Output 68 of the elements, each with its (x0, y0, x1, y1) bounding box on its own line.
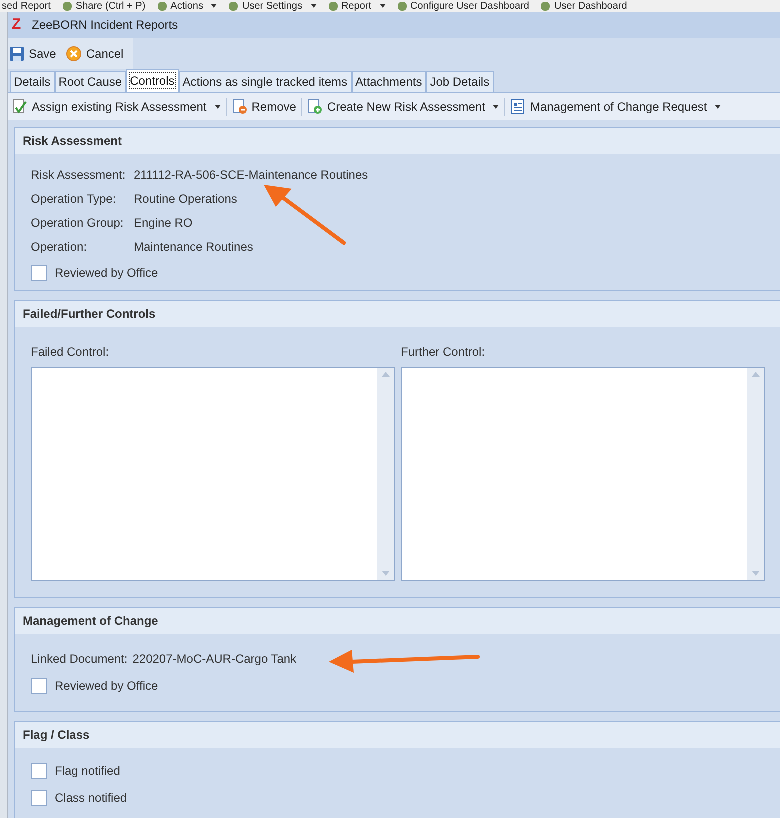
group-header: Flag / Class (15, 722, 780, 748)
checkbox-label: Class notified (55, 790, 128, 807)
toolbar-icon[interactable] (541, 2, 550, 10)
group-header: Failed/Further Controls (15, 301, 780, 327)
toolbar-item[interactable]: sed Report (2, 0, 51, 12)
toolbar-item[interactable]: User Settings (242, 0, 302, 12)
field-value: Engine RO (134, 215, 193, 232)
form-icon (510, 98, 526, 114)
field-value: 220207-MoC-AUR-Cargo Tank (132, 651, 297, 668)
field-label: Operation Group: (31, 215, 125, 232)
action-button[interactable]: Create New Risk Assessment (306, 98, 500, 116)
field-value: Routine Operations (134, 191, 238, 208)
scroll-down-icon[interactable] (382, 571, 390, 576)
document-add-icon (307, 98, 324, 114)
toolbar-item[interactable]: Report (342, 0, 372, 12)
scroll-up-icon[interactable] (752, 372, 760, 377)
toolbar-icon[interactable] (328, 2, 338, 10)
action-button[interactable]: Remove (230, 98, 298, 116)
caret-icon (493, 104, 500, 108)
field-label: Risk Assessment: (31, 167, 127, 184)
group-header: Risk Assessment (15, 128, 780, 154)
window-title: ZeeBORN Incident Reports (32, 17, 178, 34)
checkbox-label: Flag notified (55, 763, 120, 780)
caret-icon (715, 104, 722, 108)
caret-icon (310, 4, 316, 8)
scroll-up-icon[interactable] (382, 372, 390, 377)
tab[interactable]: Job Details (426, 71, 494, 92)
field-label: Linked Document: (31, 651, 128, 668)
tab[interactable]: Actions as single tracked items (178, 71, 352, 92)
cancel-icon (66, 46, 82, 62)
tab[interactable]: Controls (126, 69, 179, 92)
toolbar-icon[interactable] (158, 2, 167, 10)
toolbar-icon[interactable] (229, 2, 238, 10)
checkbox[interactable] (31, 678, 47, 694)
field-label: Failed Control: (31, 344, 110, 361)
tab[interactable]: Details (10, 71, 55, 92)
field-label: Further Control: (401, 344, 486, 361)
group-header: Management of Change (15, 608, 780, 634)
document-check-icon (12, 98, 28, 114)
toolbar-icon[interactable] (62, 2, 72, 10)
scroll-down-icon[interactable] (752, 571, 760, 576)
app-logo: Z (12, 14, 22, 35)
toolbar-item[interactable]: User Dashboard (554, 0, 628, 12)
action-button[interactable]: Assign existing Risk Assessment (11, 98, 222, 116)
caret-icon (380, 4, 386, 8)
tab[interactable]: Attachments (352, 71, 426, 92)
checkbox-label: Reviewed by Office (55, 678, 158, 695)
checkbox[interactable] (31, 790, 47, 806)
caret-icon (214, 104, 221, 108)
toolbar-button[interactable]: Save (8, 44, 58, 62)
checkbox[interactable] (31, 763, 47, 779)
field-value: 211112-RA-506-SCE-Maintenance Routines (134, 167, 368, 184)
checkbox-label: Reviewed by Office (55, 265, 158, 282)
field-label: Operation: (31, 239, 88, 256)
toolbar-button[interactable]: Cancel (65, 44, 125, 62)
toolbar-item[interactable]: Configure User Dashboard (410, 0, 530, 12)
tab[interactable]: Root Cause (54, 71, 126, 92)
toolbar-item[interactable]: Actions (170, 0, 204, 12)
scrollbar[interactable] (377, 368, 394, 580)
toolbar-item[interactable]: Share (Ctrl + P) (76, 0, 146, 12)
field-label: Operation Type: (31, 191, 118, 208)
action-button[interactable]: Management of Change Request (509, 98, 722, 116)
caret-icon (211, 4, 218, 8)
document-remove-icon (232, 98, 248, 114)
field-value: Maintenance Routines (134, 239, 254, 256)
toolbar-icon[interactable] (398, 2, 407, 10)
scrollbar[interactable] (747, 368, 764, 580)
checkbox[interactable] (31, 265, 47, 281)
